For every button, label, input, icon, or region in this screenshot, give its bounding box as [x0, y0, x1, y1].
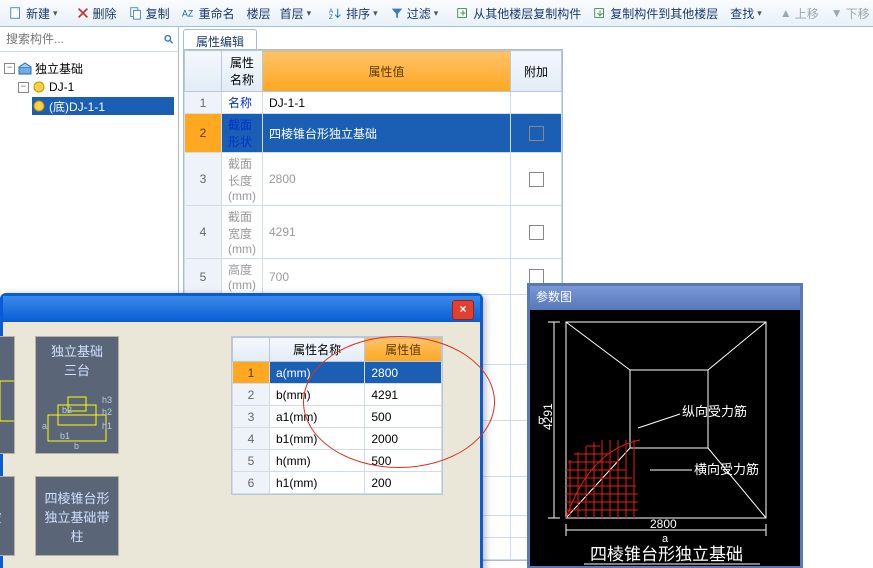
search-input[interactable] [4, 31, 163, 47]
rename-button[interactable]: AZ重命名 [177, 3, 240, 24]
sort-button[interactable]: AZ排序▾ [324, 3, 383, 24]
svg-text:纵向受力筋: 纵向受力筋 [682, 404, 747, 419]
copy-button[interactable]: 复制 [124, 3, 175, 24]
col-name: 属性名称 [222, 51, 263, 92]
collapse-icon[interactable]: − [18, 82, 29, 93]
thumb-left-cut[interactable]: a2h1 [0, 336, 15, 454]
param-row[interactable]: 2b(mm)4291 [233, 384, 442, 406]
col-value: 属性值 [262, 51, 510, 92]
search-bar [0, 27, 178, 52]
property-row[interactable]: 1名称DJ-1-1 [185, 92, 562, 114]
delete-button[interactable]: 删除 [71, 3, 122, 24]
property-row[interactable]: 4截面宽度 (mm)4291 [185, 206, 562, 259]
property-row[interactable]: 2截面形状四棱锥台形独立基础 [185, 114, 562, 153]
svg-text:Z: Z [329, 14, 333, 20]
checkbox[interactable] [529, 172, 544, 187]
svg-text:a: a [662, 533, 669, 545]
main-toolbar: 新建▾ 删除 复制 AZ重命名 楼层首层▾ AZ排序▾ 过滤▾ 从其他楼层复制构… [0, 0, 873, 27]
tree-root[interactable]: −独立基础 [4, 59, 174, 77]
svg-text:四棱锥台形独立基础: 四棱锥台形独立基础 [590, 545, 743, 564]
foundation-diagram: 纵向受力筋 横向受力筋 2800 a 4291 b 四棱锥台形独立基础 [530, 310, 800, 568]
collapse-icon[interactable]: − [4, 63, 15, 74]
param-diagram-panel: 参数图 纵向受力筋 横向受力筋 2800 a 4291 b 四棱锥台形独立基础 [527, 283, 803, 568]
svg-text:h3: h3 [102, 395, 112, 405]
param-row[interactable]: 5h(mm)500 [233, 450, 442, 472]
svg-text:b: b [538, 415, 544, 427]
move-up-button: ▲上移 [775, 3, 824, 24]
svg-text:a: a [42, 421, 47, 431]
svg-text:2800: 2800 [650, 517, 677, 531]
checkbox[interactable] [529, 126, 544, 141]
svg-text:b: b [74, 441, 79, 451]
search-icon[interactable] [163, 31, 174, 47]
find-button[interactable]: 查找▾ [725, 3, 767, 24]
svg-text:b1: b1 [60, 431, 70, 441]
dialog-titlebar[interactable] [3, 296, 480, 322]
thumb-4[interactable]: 四棱锥台形独立基础带柱 [35, 476, 119, 556]
copy-from-button[interactable]: 从其他楼层复制构件 [451, 3, 586, 24]
svg-text:AZ: AZ [182, 9, 194, 19]
shape-dialog: × a2h1 独立基础三台 a b2 b1 b h3h2h1 坡 四棱锥台形独立… [0, 293, 483, 568]
svg-text:横向受力筋: 横向受力筋 [694, 462, 759, 477]
param-row[interactable]: 4b1(mm)2000 [233, 428, 442, 450]
dropdown-icon: ▾ [53, 8, 58, 19]
param-row[interactable]: 6h1(mm)200 [233, 472, 442, 494]
param-title: 参数图 [530, 286, 800, 310]
param-row[interactable]: 3a1(mm)500 [233, 406, 442, 428]
col-add: 附加 [511, 51, 562, 92]
thumb-2[interactable]: 独立基础三台 a b2 b1 b h3h2h1 [35, 336, 119, 454]
param-row[interactable]: 1a(mm)2800 [233, 362, 442, 384]
checkbox[interactable] [529, 269, 544, 284]
checkbox[interactable] [529, 225, 544, 240]
property-row[interactable]: 5高度 (mm)700 [185, 259, 562, 295]
svg-text:h2: h2 [102, 407, 112, 417]
copy-to-button[interactable]: 复制构件到其他楼层 [588, 3, 723, 24]
property-row[interactable]: 3截面长度 (mm)2800 [185, 153, 562, 206]
close-icon[interactable]: × [452, 300, 474, 320]
svg-text:b2: b2 [62, 405, 72, 415]
thumb-3-cut[interactable]: 坡 [0, 476, 15, 556]
tree-level1[interactable]: −DJ-1 [18, 78, 174, 96]
dialog-param-table: 属性名称属性值 1a(mm)28002b(mm)42913a1(mm)5004b… [231, 336, 443, 495]
floor-button[interactable]: 楼层首层▾ [242, 3, 317, 24]
filter-button[interactable]: 过滤▾ [385, 3, 444, 24]
new-button[interactable]: 新建▾ [4, 3, 63, 24]
move-down-button: ▼下移 [826, 3, 873, 24]
tree-level2-selected[interactable]: (底)DJ-1-1 [32, 97, 174, 115]
svg-text:h1: h1 [102, 421, 112, 431]
